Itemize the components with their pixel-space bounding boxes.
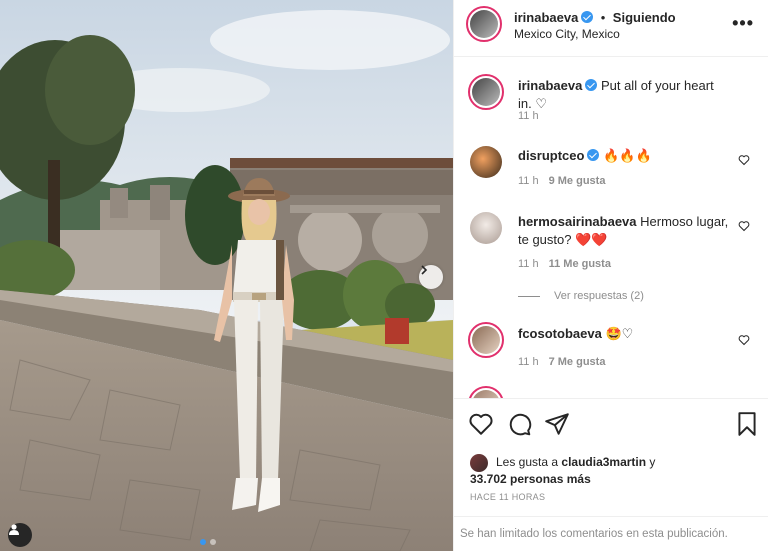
view-replies-button[interactable]: Ver respuestas (2) bbox=[518, 290, 644, 302]
carousel-dot bbox=[210, 539, 216, 545]
view-replies-label: Ver respuestas (2) bbox=[554, 290, 644, 302]
liker-avatar[interactable] bbox=[470, 454, 488, 472]
likes-count-line: 33.702 personas más bbox=[470, 471, 591, 488]
liker-username[interactable]: claudia3martin bbox=[561, 455, 646, 469]
comment-time: 11 h bbox=[518, 356, 539, 368]
comment-time: 11 h bbox=[518, 110, 539, 122]
comment-bubble-icon[interactable] bbox=[506, 411, 532, 437]
post-header: irinabaeva • Siguiendo Mexico City, Mexi… bbox=[454, 0, 768, 57]
chevron-right-icon bbox=[421, 265, 428, 275]
comment-body: fcosotobaeva 🤩♡ bbox=[518, 325, 730, 343]
commenter-avatar[interactable] bbox=[468, 386, 504, 398]
photo-scene bbox=[0, 0, 453, 551]
comment-likes[interactable]: 7 Me gusta bbox=[549, 356, 606, 368]
comment-meta: 11 h 9 Me gusta bbox=[518, 175, 605, 187]
post-side-panel: irinabaeva • Siguiendo Mexico City, Mexi… bbox=[453, 0, 768, 551]
like-comment-icon[interactable] bbox=[738, 154, 750, 166]
post-timestamp[interactable]: HACE 11 HORAS bbox=[470, 492, 545, 502]
commenter-avatar[interactable] bbox=[470, 146, 502, 178]
post-photo[interactable] bbox=[0, 0, 453, 551]
following-button[interactable]: Siguiendo bbox=[613, 10, 676, 25]
like-comment-icon[interactable] bbox=[738, 334, 750, 346]
carousel-dot-active bbox=[200, 539, 206, 545]
commenter-avatar[interactable] bbox=[470, 212, 502, 244]
comment-body: irinabaeva Put all of your heart in. ♡ bbox=[518, 77, 730, 113]
comment-text: 🤩♡ bbox=[605, 326, 634, 341]
likes-middle: y bbox=[646, 455, 656, 469]
author-avatar[interactable] bbox=[466, 6, 502, 42]
comment-username[interactable]: fcosotobaeva bbox=[518, 326, 602, 341]
like-heart-icon[interactable] bbox=[468, 411, 494, 437]
location-link[interactable]: Mexico City, Mexico bbox=[514, 27, 620, 41]
comment-time: 11 h bbox=[518, 175, 539, 187]
comment-item: fcosotobaeva 🤩♡ 11 h 7 Me gusta bbox=[468, 322, 758, 372]
more-options-button[interactable]: ••• bbox=[732, 13, 754, 34]
comment-username[interactable]: hermosairinabaeva bbox=[518, 214, 637, 229]
verified-badge-icon bbox=[585, 79, 598, 91]
like-comment-icon[interactable] bbox=[738, 220, 750, 232]
likes-summary: Les gusta a claudia3martin y bbox=[496, 454, 655, 471]
user-icon bbox=[9, 524, 19, 535]
commenter-avatar[interactable] bbox=[468, 74, 504, 110]
share-paper-plane-icon[interactable] bbox=[544, 411, 570, 437]
caption-comment: irinabaeva Put all of your heart in. ♡ 1… bbox=[468, 74, 758, 134]
author-line: irinabaeva • Siguiendo bbox=[514, 9, 676, 27]
separator-dot: • bbox=[600, 10, 606, 25]
comments-restricted-notice: Se han limitado los comentarios en esta … bbox=[454, 516, 768, 551]
verified-badge-icon bbox=[581, 11, 594, 23]
comment-username[interactable]: disruptceo bbox=[518, 148, 584, 163]
instagram-post-window: irinabaeva • Siguiendo Mexico City, Mexi… bbox=[0, 0, 768, 551]
comment-text: 🔥🔥🔥 bbox=[603, 148, 652, 163]
replies-divider bbox=[518, 295, 540, 297]
commenter-avatar[interactable] bbox=[468, 322, 504, 358]
comment-item: disruptceo 🔥🔥🔥 11 h 9 Me gusta bbox=[468, 144, 758, 188]
comment-likes[interactable]: 11 Me gusta bbox=[549, 258, 611, 270]
save-bookmark-icon[interactable] bbox=[734, 411, 760, 437]
carousel-indicator bbox=[200, 539, 216, 545]
likes-count[interactable]: 33.702 personas más bbox=[470, 472, 591, 486]
next-image-button[interactable] bbox=[419, 265, 443, 289]
comment-time: 11 h bbox=[518, 258, 539, 270]
comments-list: irinabaeva Put all of your heart in. ♡ 1… bbox=[454, 58, 768, 398]
comment-body: hermosairinabaeva Hermoso lugar, te gust… bbox=[518, 213, 730, 249]
author-username[interactable]: irinabaeva bbox=[514, 10, 578, 25]
post-actions: Les gusta a claudia3martin y 33.702 pers… bbox=[454, 398, 768, 498]
likes-prefix: Les gusta a bbox=[496, 455, 562, 469]
comment-meta: 11 h 7 Me gusta bbox=[518, 356, 605, 368]
comment-likes[interactable]: 9 Me gusta bbox=[549, 175, 606, 187]
comment-meta: 11 h 11 Me gusta bbox=[518, 258, 611, 270]
comment-item: hermosairinabaeva Hermoso lugar, te gust… bbox=[468, 210, 758, 280]
comment-username[interactable]: irinabaeva bbox=[518, 78, 582, 93]
tagged-users-button[interactable] bbox=[8, 523, 32, 547]
verified-badge-icon bbox=[587, 149, 600, 161]
comment-body: disruptceo 🔥🔥🔥 bbox=[518, 147, 730, 165]
